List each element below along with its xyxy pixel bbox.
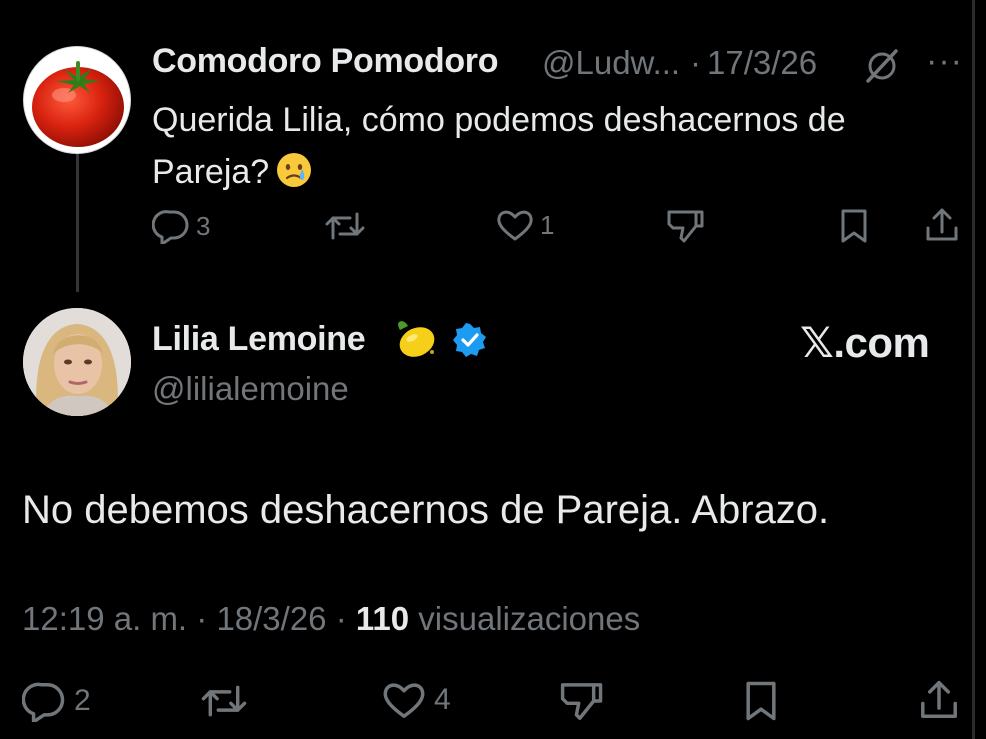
main-dislike-button[interactable] <box>558 680 604 722</box>
bookmark-icon <box>746 681 776 721</box>
lemon-emoji <box>390 314 440 364</box>
reply-author-handle[interactable]: @Ludw... <box>542 44 680 82</box>
main-author-handle[interactable]: @lilialemoine <box>152 370 349 408</box>
tear-emoji <box>275 151 313 189</box>
main-like-count: 4 <box>434 683 451 716</box>
reply-text-line1: Querida Lilia, cómo podemos deshacernos … <box>152 101 846 139</box>
main-tweet-text: No debemos deshacernos de Pareja. Abrazo… <box>22 488 830 532</box>
main-author-name[interactable]: Lilia Lemoine <box>152 320 366 359</box>
main-reply-button[interactable]: 2 <box>22 680 91 722</box>
verified-badge-icon <box>452 322 488 358</box>
dislike-icon <box>560 683 603 720</box>
lilia-avatar[interactable] <box>23 308 131 416</box>
meta-sep-2: · <box>326 600 356 637</box>
like-count: 1 <box>540 209 555 240</box>
like-button[interactable]: 1 <box>496 208 554 242</box>
thread-connector-line <box>76 152 79 292</box>
reply-tweet-text: Querida Lilia, cómo podemos deshacernos … <box>152 94 952 198</box>
reply-button[interactable]: 3 <box>152 208 210 244</box>
reply-text-line2: Pareja? <box>152 153 270 191</box>
reply-separator: · <box>690 44 701 81</box>
tweet-meta: 12:19 a. m. · 18/3/26 · 110 visualizacio… <box>22 600 640 638</box>
reply-icon <box>152 210 189 244</box>
tweet-date[interactable]: 18/3/26 <box>216 600 326 637</box>
like-icon <box>497 210 533 241</box>
dislike-button[interactable] <box>665 208 705 244</box>
share-button[interactable] <box>924 206 960 244</box>
main-like-button[interactable]: 4 <box>382 680 451 720</box>
more-options-icon[interactable]: ··· <box>926 42 963 81</box>
main-share-button[interactable] <box>918 678 960 722</box>
reply-text-line2-wrap: Pareja? <box>152 146 952 198</box>
tweet-time[interactable]: 12:19 a. m. <box>22 600 187 637</box>
scrollbar-edge <box>972 0 975 739</box>
grok-icon[interactable] <box>862 48 902 84</box>
like-icon <box>383 683 425 718</box>
meta-sep-1: · <box>187 600 217 637</box>
reply-date[interactable]: 17/3/26 <box>707 44 817 82</box>
tomato-avatar[interactable] <box>23 46 131 154</box>
retweet-icon <box>325 212 365 240</box>
reply-count: 3 <box>196 210 211 241</box>
main-reply-count: 2 <box>74 684 91 717</box>
retweet-button[interactable] <box>324 210 366 242</box>
share-icon <box>926 208 958 241</box>
views-label: visualizaciones <box>418 600 641 637</box>
dislike-icon <box>667 210 704 243</box>
reply-icon <box>22 682 65 722</box>
main-retweet-button[interactable] <box>200 682 248 720</box>
bookmark-button[interactable] <box>838 208 870 244</box>
main-bookmark-button[interactable] <box>742 680 780 722</box>
bookmark-icon <box>841 209 867 243</box>
share-icon <box>921 680 957 718</box>
views-count: 110 <box>355 600 410 637</box>
retweet-icon <box>201 685 247 717</box>
reply-author-name[interactable]: Comodoro Pomodoro <box>152 42 499 81</box>
x-com-watermark: 𝕏.com <box>800 319 930 366</box>
